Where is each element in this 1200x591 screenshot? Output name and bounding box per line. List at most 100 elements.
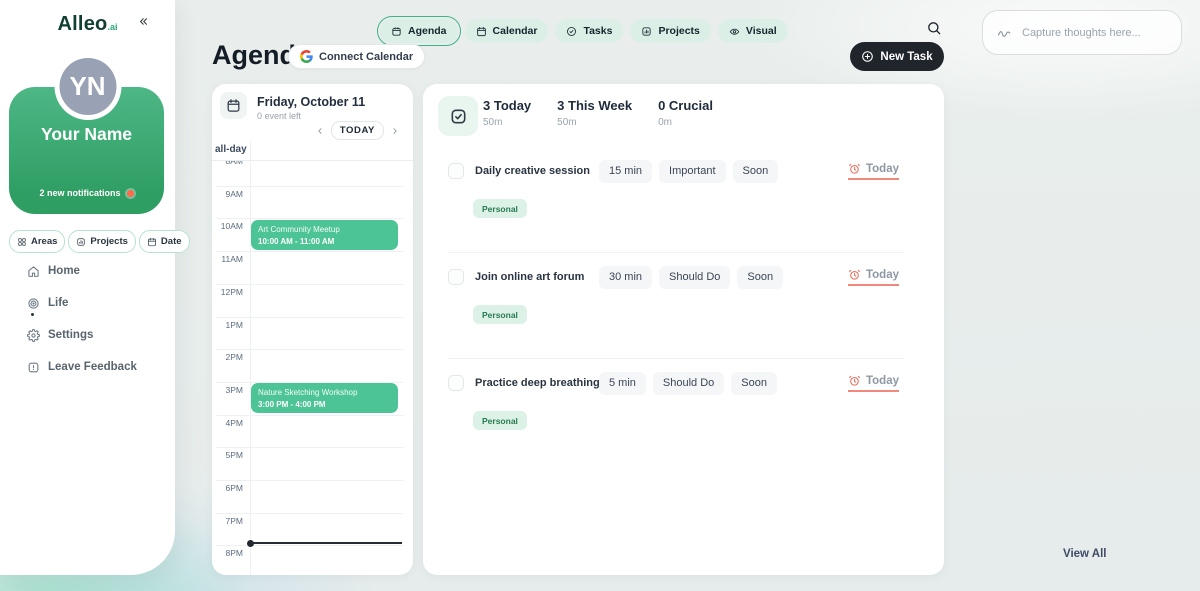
projects-icon (641, 26, 652, 37)
hour-label: 5PM (212, 450, 243, 460)
agenda-date: Friday, October 11 (257, 95, 365, 109)
calendar-event[interactable]: Nature Sketching Workshop3:00 PM - 4:00 … (251, 383, 398, 413)
due-date[interactable]: Today (848, 374, 899, 392)
task-list: Daily creative session15 minImportantSoo… (423, 147, 944, 465)
logo-suffix: .ai (107, 22, 117, 32)
collapse-sidebar-button[interactable] (137, 15, 150, 28)
all-day-row: all-day (212, 141, 413, 161)
chevron-right-icon[interactable] (390, 126, 400, 136)
check-square-icon (449, 107, 468, 126)
sidebar-item-home[interactable]: Home (27, 264, 137, 278)
today-button[interactable]: TODAY (331, 121, 384, 140)
hour-line (216, 251, 403, 252)
hour-label: 9AM (212, 189, 243, 199)
event-time: 3:00 PM - 4:00 PM (258, 399, 391, 411)
hour-line (216, 415, 403, 416)
task-title: Join online art forum (475, 271, 599, 283)
google-icon (300, 50, 313, 63)
priority-pill[interactable]: Important (659, 160, 725, 183)
tab-agenda[interactable]: Agenda (380, 19, 458, 43)
event-title: Nature Sketching Workshop (258, 387, 391, 399)
time-gutter-divider (250, 141, 251, 575)
search-icon[interactable] (926, 20, 942, 36)
chevron-left-icon[interactable] (315, 126, 325, 136)
tab-projects[interactable]: Projects (630, 19, 710, 43)
task-main-line: Practice deep breathing5 min Should Do Soo… (448, 371, 899, 395)
due-date[interactable]: Today (848, 162, 899, 180)
urgency-pill[interactable]: Soon (737, 266, 783, 289)
capture-input[interactable] (1020, 26, 1167, 40)
duration-pill[interactable]: 15 min (599, 160, 652, 183)
new-task-button[interactable]: New Task (850, 42, 944, 71)
due-date[interactable]: Today (848, 268, 899, 286)
filter-pill-projects[interactable]: Projects (68, 230, 136, 253)
tab-label: Calendar (493, 25, 538, 37)
sidebar: Alleo.ai YN Your Name 2 new notification… (0, 0, 175, 575)
connect-calendar-label: Connect Calendar (319, 51, 413, 63)
sidebar-item-label: Life (48, 297, 68, 309)
task-checkbox[interactable] (448, 163, 464, 179)
target-icon (27, 297, 40, 310)
urgency-pill[interactable]: Soon (733, 160, 779, 183)
calendar-icon (226, 98, 241, 113)
task-tag[interactable]: Personal (473, 199, 527, 218)
notification-dot (127, 190, 134, 197)
stat-minutes: 0m (658, 117, 713, 128)
tab-calendar[interactable]: Calendar (465, 19, 549, 43)
top-tabs: Agenda Calendar Tasks Projects Visual (380, 19, 788, 43)
task-main-line: Daily creative session15 minImportantSoo… (448, 159, 899, 183)
sidebar-filters: AreasProjectsDate (9, 230, 190, 253)
sidebar-item-label: Home (48, 265, 80, 277)
task-checkbox[interactable] (448, 375, 464, 391)
hour-line (216, 545, 403, 546)
hour-label: 6PM (212, 483, 243, 493)
due-label: Today (866, 269, 899, 281)
stat-count: 0 Crucial (658, 98, 713, 113)
calendar-icon (476, 26, 487, 37)
urgency-pill[interactable]: Soon (731, 372, 777, 395)
priority-pill[interactable]: Should Do (659, 266, 730, 289)
view-all-link[interactable]: View All (1063, 548, 1106, 560)
task-row[interactable]: Daily creative session15 minImportantSoo… (423, 147, 944, 253)
filter-pill-areas[interactable]: Areas (9, 230, 65, 253)
avatar[interactable]: YN (59, 58, 116, 115)
sidebar-item-settings[interactable]: Settings (27, 328, 137, 342)
sidebar-item-leave-feedback[interactable]: Leave Feedback (27, 360, 137, 374)
filter-pill-date[interactable]: Date (139, 230, 190, 253)
due-label: Today (866, 163, 899, 175)
new-task-label: New Task (880, 51, 932, 63)
menu-indicator-dot (31, 313, 34, 316)
connect-calendar-button[interactable]: Connect Calendar (288, 44, 425, 69)
hour-label: 11AM (212, 254, 243, 264)
task-tag[interactable]: Personal (473, 411, 527, 430)
task-tag[interactable]: Personal (473, 305, 527, 324)
home-icon (27, 265, 40, 278)
tab-tasks[interactable]: Tasks (555, 19, 623, 43)
hour-line (216, 513, 403, 514)
hour-label: 10AM (212, 221, 243, 231)
tab-visual[interactable]: Visual (718, 19, 788, 43)
tasks-icon-box (438, 96, 478, 136)
task-title: Practice deep breathing (475, 377, 599, 389)
tasks-stats: 3 Today50m3 This Week50m0 Crucial0m (483, 98, 713, 128)
logo-text: Alleo (58, 13, 108, 35)
notification-row[interactable]: 2 new notifications (9, 188, 164, 198)
tasks-icon (566, 26, 577, 37)
task-checkbox[interactable] (448, 269, 464, 285)
stat-0-crucial: 0 Crucial 0m (658, 98, 713, 128)
task-row[interactable]: Practice deep breathing5 min Should Do Soo… (423, 359, 944, 465)
agenda-grid[interactable]: all-day 8AM9AM10AM11AM12PM1PM2PM3PM4PM5P… (212, 141, 413, 575)
hour-label: 2PM (212, 352, 243, 362)
duration-pill[interactable]: 30 min (599, 266, 652, 289)
sidebar-item-life[interactable]: Life (27, 296, 137, 310)
hour-line (216, 186, 403, 187)
calendar-event[interactable]: Art Community Meetup10:00 AM - 11:00 AM (251, 220, 398, 250)
hour-label: 4PM (212, 418, 243, 428)
duration-pill[interactable]: 5 min (599, 372, 646, 395)
task-row[interactable]: Join online art forum30 min Should Do Soon… (423, 253, 944, 359)
hour-label: 8PM (212, 548, 243, 558)
gear-icon (27, 329, 40, 342)
priority-pill[interactable]: Should Do (653, 372, 724, 395)
stat-minutes: 50m (483, 117, 531, 128)
notification-text: 2 new notifications (39, 188, 120, 198)
